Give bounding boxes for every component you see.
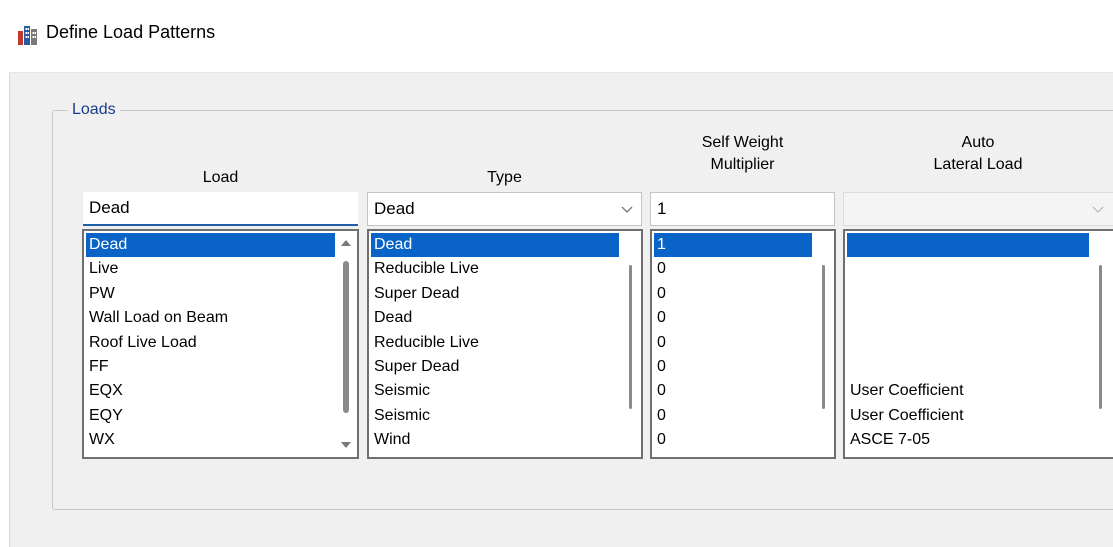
type-scrollbar[interactable]: [623, 235, 637, 453]
list-item[interactable]: 1: [654, 233, 812, 258]
list-item[interactable]: Super Dead: [371, 282, 619, 306]
list-item[interactable]: PW: [86, 282, 335, 306]
self-weight-input[interactable]: [650, 192, 835, 226]
list-item[interactable]: 0: [654, 331, 812, 355]
self-weight-list-items: 100000000: [654, 233, 812, 453]
loads-group-legend: Loads: [68, 101, 120, 119]
list-item[interactable]: WX: [86, 428, 335, 452]
list-item[interactable]: [847, 331, 1089, 355]
list-item[interactable]: Super Dead: [371, 355, 619, 379]
chevron-down-icon: [621, 206, 633, 213]
list-item[interactable]: Seismic: [371, 379, 619, 403]
list-item[interactable]: Dead: [371, 233, 619, 258]
list-item[interactable]: Roof Live Load: [86, 331, 335, 355]
load-scrollbar[interactable]: [339, 235, 353, 453]
list-item[interactable]: [847, 355, 1089, 379]
auto-lateral-list-items: User Coefficient User Coefficient ASCE 7-0…: [847, 233, 1089, 453]
list-item[interactable]: Reducible Live: [371, 331, 619, 355]
type-column-header: Type: [487, 169, 522, 186]
self-weight-scrollbar-thumb[interactable]: [822, 265, 825, 409]
type-combobox[interactable]: Dead: [367, 192, 642, 226]
load-listbox[interactable]: Dead Live PW Wall Load on Beam Roof Live Loa…: [82, 229, 359, 459]
list-item[interactable]: Reducible Live: [371, 257, 619, 281]
window-title: Define Load Patterns: [46, 22, 216, 42]
list-item[interactable]: Dead: [86, 233, 335, 258]
type-scrollbar-thumb[interactable]: [629, 265, 632, 409]
self-weight-column-header: Self Weight Multiplier: [701, 134, 784, 173]
list-item[interactable]: Live: [86, 257, 335, 281]
list-item[interactable]: Dead: [371, 306, 619, 330]
auto-lateral-scrollbar-thumb[interactable]: [1099, 265, 1102, 409]
list-item[interactable]: [847, 233, 1089, 258]
list-item[interactable]: 0: [654, 282, 812, 306]
title-bar: Define Load Patterns: [0, 0, 1113, 72]
self-weight-scrollbar[interactable]: [816, 235, 830, 453]
list-item[interactable]: 0: [654, 306, 812, 330]
auto-lateral-listbox[interactable]: User Coefficient User Coefficient ASCE 7-0…: [843, 229, 1113, 459]
list-item[interactable]: Seismic: [371, 404, 619, 428]
list-item[interactable]: Wall Load on Beam: [86, 306, 335, 330]
auto-lateral-scrollbar[interactable]: [1093, 235, 1107, 453]
list-item[interactable]: [847, 257, 1089, 281]
list-item[interactable]: 0: [654, 355, 812, 379]
chevron-down-icon: [1092, 206, 1104, 213]
list-item[interactable]: User Coefficient: [847, 404, 1089, 428]
list-item[interactable]: [847, 282, 1089, 306]
triangle-up-icon[interactable]: [340, 237, 352, 247]
auto-lateral-column-header: Auto Lateral Load: [933, 134, 1023, 173]
list-item[interactable]: EQY: [86, 404, 335, 428]
building-icon: [18, 26, 37, 45]
load-name-input[interactable]: [83, 192, 358, 226]
list-item[interactable]: ASCE 7-05: [847, 428, 1089, 452]
list-item[interactable]: [847, 306, 1089, 330]
list-item[interactable]: 0: [654, 428, 812, 452]
type-listbox[interactable]: Dead Reducible Live Super Dead Dead Reducibl…: [367, 229, 643, 459]
load-column-header: Load: [202, 169, 239, 186]
load-list-items: Dead Live PW Wall Load on Beam Roof Live Loa…: [86, 233, 335, 453]
list-item[interactable]: 0: [654, 404, 812, 428]
self-weight-listbox[interactable]: 100000000: [650, 229, 836, 459]
auto-lateral-combobox[interactable]: [843, 192, 1113, 226]
list-item[interactable]: User Coefficient: [847, 379, 1089, 403]
list-item[interactable]: EQX: [86, 379, 335, 403]
load-scrollbar-thumb[interactable]: [343, 261, 349, 413]
list-item[interactable]: Wind: [371, 428, 619, 452]
list-item[interactable]: 0: [654, 257, 812, 281]
type-combobox-value: Dead: [374, 199, 415, 218]
type-list-items: Dead Reducible Live Super Dead Dead Reducibl…: [371, 233, 619, 453]
triangle-down-icon[interactable]: [340, 441, 352, 451]
list-item[interactable]: FF: [86, 355, 335, 379]
list-item[interactable]: 0: [654, 379, 812, 403]
